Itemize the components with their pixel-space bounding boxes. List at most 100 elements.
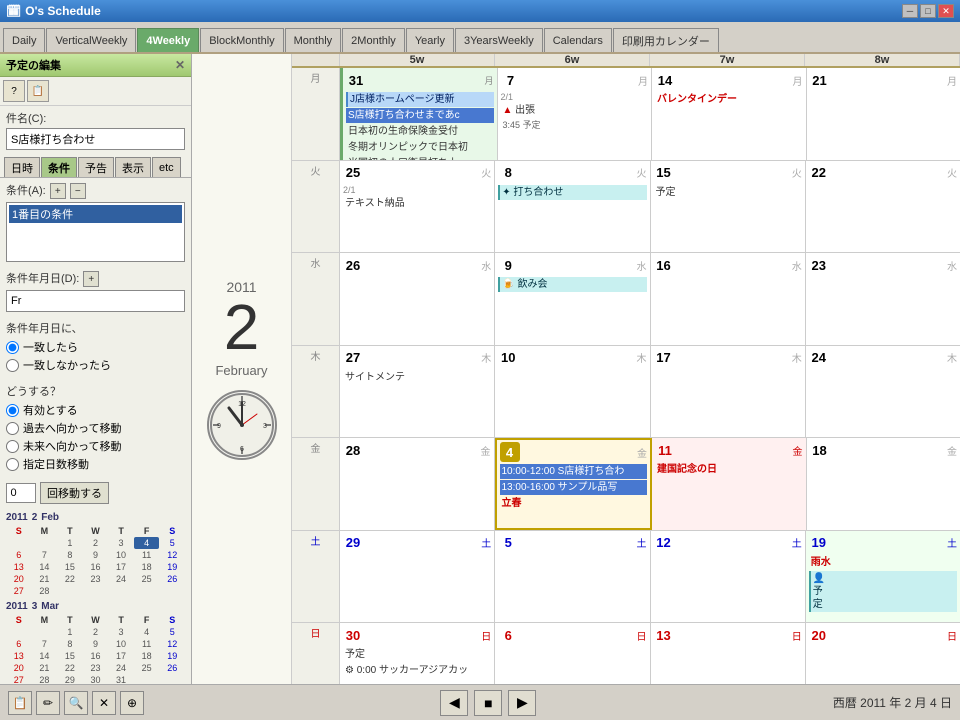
mini-cal-m27[interactable]: 25 — [134, 662, 160, 674]
mini-cal-m12[interactable]: 10 — [108, 638, 134, 650]
day-cell-29jan[interactable]: 29 土 — [340, 531, 495, 623]
day-cell-9feb[interactable]: 9 水 🍺 飲み会 — [495, 253, 650, 345]
status-btn-5[interactable]: ⊕ — [120, 691, 144, 715]
mini-cal-m8[interactable]: 6 — [6, 638, 32, 650]
prev-button[interactable]: ◀ — [440, 690, 468, 716]
add-date-condition-button[interactable]: + — [83, 271, 99, 287]
mini-cal-m16[interactable]: 14 — [32, 650, 58, 662]
day-cell-5feb[interactable]: 5 土 — [495, 531, 650, 623]
day-cell-19feb[interactable]: 19 土 雨水 👤予定 — [806, 531, 960, 623]
mini-cal-d14[interactable]: 12 — [159, 549, 185, 561]
mini-cal-m24[interactable]: 22 — [57, 662, 83, 674]
mini-cal-m30[interactable]: 28 — [32, 674, 58, 684]
mini-cal-m11[interactable]: 9 — [83, 638, 109, 650]
maximize-button[interactable]: □ — [920, 4, 936, 18]
day-cell-27jan[interactable]: 27 木 サイトメンテ — [340, 346, 495, 438]
next-button[interactable]: ▶ — [508, 690, 536, 716]
move-count-input[interactable] — [6, 483, 36, 503]
mini-cal-d27[interactable]: 25 — [134, 573, 160, 585]
mini-cal-d8[interactable]: 6 — [6, 549, 32, 561]
mini-cal-d20[interactable]: 18 — [134, 561, 160, 573]
event-kenkoku[interactable]: 建国記念の日 — [655, 462, 803, 477]
subtab-etc[interactable]: etc — [152, 157, 181, 177]
mini-cal-m22[interactable]: 20 — [6, 662, 32, 674]
action-movedays-radio[interactable] — [6, 458, 19, 471]
add-condition-button[interactable]: + — [50, 183, 66, 199]
day-cell-26jan[interactable]: 26 水 — [340, 253, 495, 345]
status-btn-3[interactable]: 🔍 — [64, 691, 88, 715]
day-cell-30jan[interactable]: 30 日 予定 ⚙ 0:00 サッカーアジアカッ — [340, 623, 495, 684]
tab-4weekly[interactable]: 4Weekly — [137, 28, 199, 52]
mini-cal-m23[interactable]: 21 — [32, 662, 58, 674]
day-cell-23feb[interactable]: 23 水 — [806, 253, 960, 345]
action-enable-radio[interactable] — [6, 404, 19, 417]
event-yotei-15[interactable]: 予定 — [654, 185, 802, 200]
nomatch-radio[interactable] — [6, 359, 19, 372]
day-cell-16feb[interactable]: 16 水 — [651, 253, 806, 345]
day-cell-31jan[interactable]: 31 月 J店様ホームページ更新 S店様打ち合わせまであc 日本初の生命保険金受… — [340, 68, 498, 160]
day-cell-18feb[interactable]: 18 金 — [807, 438, 960, 530]
action-movefuture-radio[interactable] — [6, 440, 19, 453]
event-meeting-4-2[interactable]: 13:00-16:00 サンプル品写 — [500, 480, 648, 495]
day-cell-11feb[interactable]: 11 金 建国記念の日 — [652, 438, 807, 530]
event-olympics[interactable]: 冬期オリンピックで日本初 — [346, 140, 494, 155]
mini-cal-d16[interactable]: 14 — [32, 561, 58, 573]
mini-cal-d23[interactable]: 21 — [32, 573, 58, 585]
tab-daily[interactable]: Daily — [3, 28, 45, 52]
mini-cal-d10[interactable]: 8 — [57, 549, 83, 561]
mini-cal-m20[interactable]: 18 — [134, 650, 160, 662]
day-cell-20feb[interactable]: 20 日 — [806, 623, 960, 684]
event-yotei-30[interactable]: 予定 — [343, 647, 491, 662]
mini-cal-d26[interactable]: 24 — [108, 573, 134, 585]
tab-monthly[interactable]: Monthly — [285, 28, 342, 52]
event-valentine[interactable]: バレンタインデー — [655, 92, 803, 107]
day-cell-21feb[interactable]: 21 月 — [807, 68, 960, 160]
event-meeting-4-1[interactable]: 10:00-12:00 S店様打ち合わ — [500, 464, 648, 479]
mini-cal-d9[interactable]: 7 — [32, 549, 58, 561]
stop-button[interactable]: ■ — [474, 690, 502, 716]
mini-cal-m17[interactable]: 15 — [57, 650, 83, 662]
mini-cal-m3[interactable]: 1 — [57, 626, 83, 638]
mini-cal-m7[interactable]: 5 — [159, 626, 185, 638]
mini-cal-d3[interactable]: 1 — [57, 537, 83, 549]
mini-cal-m15[interactable]: 13 — [6, 650, 32, 662]
event-sitemaint[interactable]: サイトメンテ — [343, 370, 491, 385]
event-risshun[interactable]: 立春 — [500, 496, 648, 511]
mini-cal-m18[interactable]: 16 — [83, 650, 109, 662]
day-cell-22feb[interactable]: 22 火 — [806, 161, 960, 253]
event-text-delivery[interactable]: テキスト納品 — [343, 196, 491, 211]
day-cell-17feb[interactable]: 17 木 — [651, 346, 806, 438]
panel-close-button[interactable]: ✕ — [175, 58, 185, 72]
subtab-datetime[interactable]: 日時 — [4, 157, 40, 177]
mini-cal-d13[interactable]: 11 — [134, 549, 160, 561]
status-btn-2[interactable]: ✏ — [36, 691, 60, 715]
action-movepast-radio[interactable] — [6, 422, 19, 435]
event-trip[interactable]: ▲ 出張 — [501, 103, 649, 118]
help-button[interactable]: ? — [3, 80, 25, 102]
mini-cal-m10[interactable]: 8 — [57, 638, 83, 650]
event-soccer[interactable]: ⚙ 0:00 サッカーアジアカッ — [343, 663, 491, 678]
status-btn-1[interactable]: 📋 — [8, 691, 32, 715]
mini-cal-m19[interactable]: 17 — [108, 650, 134, 662]
mini-cal-m26[interactable]: 24 — [108, 662, 134, 674]
event-meeting-selected[interactable]: S店様打ち合わせまであc — [346, 108, 494, 123]
condition-item[interactable]: 1番目の条件 — [9, 205, 182, 223]
remove-condition-button[interactable]: − — [70, 183, 86, 199]
memo-button[interactable]: 📋 — [27, 80, 49, 102]
event-yotei-19[interactable]: 👤予定 — [809, 571, 957, 612]
date-condition-input[interactable] — [6, 290, 185, 312]
status-btn-4[interactable]: ✕ — [92, 691, 116, 715]
mini-cal-d6[interactable]: 4 — [134, 537, 160, 549]
subtab-condition[interactable]: 条件 — [41, 157, 77, 177]
day-cell-15feb[interactable]: 15 火 予定 — [651, 161, 806, 253]
mini-cal-d15[interactable]: 13 — [6, 561, 32, 573]
mini-cal-d21[interactable]: 19 — [159, 561, 185, 573]
mini-cal-m29[interactable]: 27 — [6, 674, 32, 684]
close-button[interactable]: ✕ — [938, 4, 954, 18]
tab-3yearsweekly[interactable]: 3YearsWeekly — [455, 28, 543, 52]
day-cell-14feb[interactable]: 14 月 バレンタインデー — [652, 68, 807, 160]
day-cell-8feb[interactable]: 8 火 ✦ 打ち合わせ — [495, 161, 650, 253]
tab-blockmonthly[interactable]: BlockMonthly — [200, 28, 283, 52]
mini-cal-d18[interactable]: 16 — [83, 561, 109, 573]
name-input[interactable] — [6, 128, 185, 150]
